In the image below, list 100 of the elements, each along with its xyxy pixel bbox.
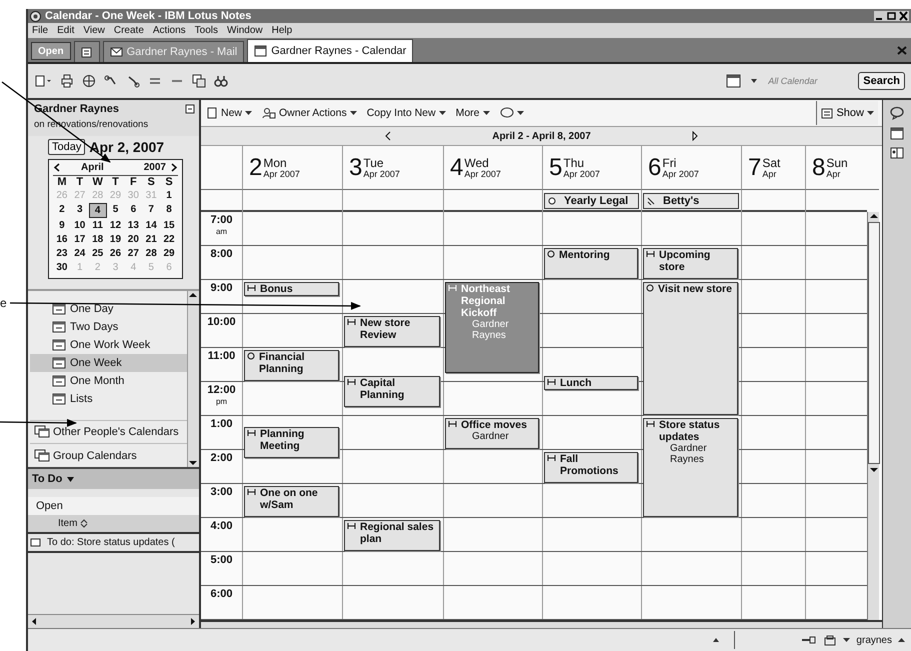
calendar-view-option[interactable]: One Week	[30, 354, 187, 372]
calendar-event[interactable]: Fall Promotions	[544, 452, 638, 483]
toolbar-button[interactable]: More	[454, 107, 492, 119]
show-button[interactable]: Show	[816, 101, 878, 125]
scroll-down-icon[interactable]	[868, 466, 878, 474]
next-icon[interactable]	[690, 131, 699, 141]
calendar-event[interactable]: Capital Planning	[344, 376, 440, 406]
scrollbar[interactable]	[28, 614, 199, 628]
scrollbar[interactable]	[867, 212, 879, 620]
calendar-icon[interactable]	[889, 126, 905, 140]
calendar-event[interactable]: Visit new store	[643, 282, 738, 415]
day-number[interactable]: 18	[88, 233, 107, 246]
day-number[interactable]: 15	[160, 219, 178, 232]
column-header[interactable]: Item	[28, 515, 199, 532]
scrollbar[interactable]	[187, 291, 199, 467]
day-number[interactable]: 23	[53, 247, 71, 260]
menu-item[interactable]: Create	[114, 25, 144, 36]
toolbar-button[interactable]: Copy Into New	[364, 107, 448, 119]
menu-item[interactable]: File	[32, 25, 48, 36]
filter-label[interactable]: Open	[28, 497, 199, 515]
day-number[interactable]: 29	[160, 247, 178, 260]
day-number[interactable]: 24	[70, 247, 89, 260]
print-icon[interactable]	[60, 74, 74, 88]
day-number[interactable]: 5	[106, 203, 124, 218]
day-number[interactable]: 16	[53, 233, 71, 246]
menu-item[interactable]: Actions	[152, 25, 186, 36]
tab[interactable]: Gardner Raynes - Calendar	[247, 39, 414, 62]
calendar-view-option[interactable]: One Day	[30, 300, 187, 318]
tab[interactable]	[74, 41, 100, 62]
calendar-view-option[interactable]: One Work Week	[30, 336, 187, 354]
day-number[interactable]: 20	[124, 233, 142, 246]
toolbar-button[interactable]: Owner Actions	[260, 107, 359, 119]
scroll-left-icon[interactable]	[30, 617, 38, 626]
day-number[interactable]: 9	[53, 219, 71, 232]
scroll-up-icon[interactable]	[188, 291, 198, 299]
today-button[interactable]: Today	[48, 139, 86, 155]
day-number[interactable]: 4	[88, 203, 107, 218]
day-number[interactable]: 10	[70, 219, 89, 232]
day-number[interactable]: 11	[88, 219, 107, 232]
previous-icon[interactable]	[384, 131, 392, 141]
calendar-view-option[interactable]: Two Days	[30, 318, 187, 336]
user-name[interactable]: graynes	[856, 634, 892, 646]
horizontal-scrollbar[interactable]	[201, 620, 882, 628]
binoculars-icon[interactable]	[214, 74, 228, 88]
contacts-icon[interactable]	[889, 146, 905, 160]
calendar-event[interactable]: Financial Planning	[244, 350, 339, 381]
menu-item[interactable]: Tools	[194, 25, 218, 36]
calendar-event[interactable]: Office moves Gardner	[445, 418, 539, 449]
calendar-event[interactable]: New store Review	[344, 316, 440, 347]
chat-button[interactable]	[498, 107, 526, 119]
day-number[interactable]: 21	[142, 233, 160, 246]
close-icon[interactable]	[898, 11, 909, 21]
all-day-event[interactable]: Yearly Legal	[544, 193, 639, 209]
globe-icon[interactable]	[82, 74, 96, 88]
day-number[interactable]: 30	[53, 261, 71, 274]
day-number[interactable]: 14	[142, 219, 160, 232]
scroll-right-icon[interactable]	[189, 617, 197, 626]
day-number[interactable]: 26	[106, 247, 124, 260]
calendar-view-option[interactable]: Lists	[30, 390, 187, 408]
day-number[interactable]: 13	[124, 219, 142, 232]
day-number[interactable]: 2	[53, 203, 71, 218]
calendar-section[interactable]: Other People's Calendars	[30, 420, 187, 444]
day-number[interactable]: 12	[106, 219, 124, 232]
day-number[interactable]: 1	[160, 189, 178, 202]
calendar-event[interactable]: Regional sales plan	[344, 520, 440, 551]
calendar-event[interactable]: Planning Meeting	[244, 426, 339, 458]
day-number[interactable]: 27	[124, 247, 142, 260]
calendar-event[interactable]: Lunch	[544, 376, 638, 390]
calendar-view-option[interactable]: One Month	[30, 372, 187, 390]
calendar-event[interactable]: Store status updates Gardner Raynes	[643, 418, 738, 517]
collapse-icon[interactable]	[185, 104, 195, 114]
restore-icon[interactable]	[886, 11, 897, 21]
dropdown-arrow-icon[interactable]	[750, 77, 758, 85]
todo-header[interactable]: To Do	[28, 467, 199, 489]
day-number[interactable]: 25	[88, 247, 107, 260]
todo-row[interactable]: To do: Store status updates (	[28, 532, 199, 553]
day-number[interactable]: 7	[142, 203, 160, 218]
caret-icon[interactable]	[898, 637, 905, 643]
chat-icon[interactable]	[889, 106, 905, 120]
day-number[interactable]: 22	[160, 233, 178, 246]
previous-icon[interactable]	[53, 163, 61, 172]
day-number[interactable]: 17	[70, 233, 89, 246]
toolbar-button[interactable]: New	[205, 107, 254, 119]
calendar-event[interactable]: Mentoring	[544, 248, 638, 279]
caret-icon[interactable]	[843, 637, 850, 643]
day-number[interactable]: 19	[106, 233, 124, 246]
menu-item[interactable]: Help	[272, 25, 292, 36]
new-document-icon[interactable]	[34, 74, 52, 88]
calendar-event[interactable]: One on one w/Sam	[244, 486, 339, 517]
menu-item[interactable]: Window	[227, 25, 263, 36]
calendar-icon[interactable]	[726, 74, 742, 88]
next-icon[interactable]	[170, 163, 178, 172]
caret-icon[interactable]	[712, 637, 720, 643]
day-number[interactable]: 8	[160, 203, 178, 218]
copy-icon[interactable]	[192, 74, 206, 88]
menu-item[interactable]: Edit	[57, 25, 74, 36]
day-number[interactable]: 6	[124, 203, 142, 218]
day-number[interactable]: 3	[70, 203, 89, 218]
calendar-event[interactable]: Bonus	[244, 282, 339, 296]
scroll-up-icon[interactable]	[868, 212, 878, 220]
